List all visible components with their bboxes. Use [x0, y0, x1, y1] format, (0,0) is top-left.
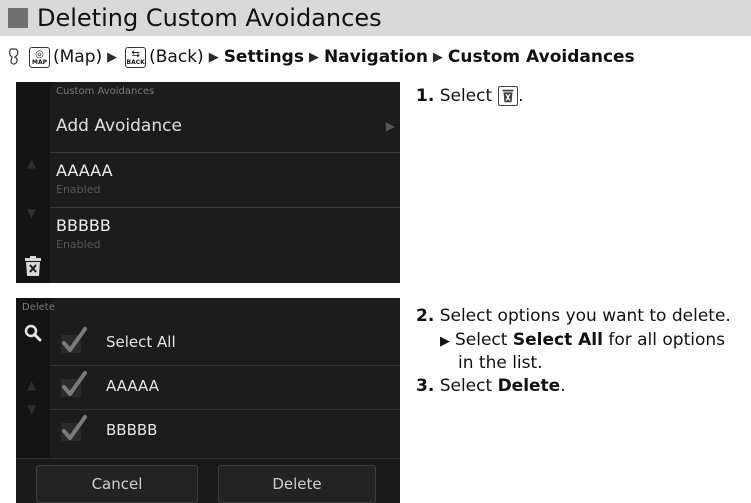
list-item[interactable]: AAAAA	[50, 365, 400, 406]
chevron-right-icon: ▶	[385, 119, 395, 133]
list-item[interactable]: BBBBB	[50, 409, 400, 450]
page-title: Deleting Custom Avoidances	[37, 4, 382, 32]
step-bold: Delete	[497, 376, 561, 396]
substep-bold: Select All	[512, 330, 603, 350]
item-label: AAAAA	[106, 377, 159, 395]
breadcrumb-settings: Settings	[223, 47, 304, 67]
checkmark-icon	[61, 415, 87, 441]
title-marker	[8, 8, 28, 28]
step-number: 2.	[416, 306, 435, 326]
map-button-icon: ◎ MAP	[29, 46, 50, 68]
scroll-down-icon[interactable]: ▼	[27, 206, 36, 220]
substep-text-post: for all options	[608, 330, 726, 350]
delete-button[interactable]: Delete	[218, 465, 376, 503]
breadcrumb-map-text: (Map)	[53, 47, 103, 67]
substep-text: Select	[455, 330, 508, 350]
avoidance-status: Enabled	[56, 238, 101, 251]
bullet-arrow-icon: ▶	[440, 334, 450, 349]
step-number: 3.	[416, 376, 435, 396]
screen-footer: Cancel Delete	[16, 458, 400, 503]
list-item[interactable]: AAAAA Enabled	[50, 152, 400, 208]
screen-header: Delete	[22, 302, 55, 313]
step-number: 1.	[416, 86, 435, 106]
scroll-up-icon[interactable]: ▲	[27, 378, 36, 392]
screen-header: Custom Avoidances	[56, 86, 155, 97]
avoidance-status: Enabled	[56, 183, 101, 196]
scroll-down-icon[interactable]: ▼	[27, 402, 36, 416]
select-all-row[interactable]: Select All	[50, 322, 400, 362]
screen-sidebar	[16, 82, 50, 283]
breadcrumb: ◎ MAP (Map) ▶ ⇆ BACK (Back) ▶ Settings ▶…	[8, 44, 635, 70]
section-title-band: Deleting Custom Avoidances	[0, 0, 751, 36]
step-text: Select	[439, 376, 493, 396]
breadcrumb-navigation: Navigation	[323, 47, 428, 67]
select-all-label: Select All	[106, 333, 176, 351]
trash-icon[interactable]	[24, 256, 42, 276]
step-2: 2. Select options you want to delete.	[416, 306, 731, 326]
step-2-substep-continued: in the list.	[458, 353, 543, 373]
step-text: Select options you want to delete.	[439, 306, 731, 326]
breadcrumb-back-text: (Back)	[149, 47, 204, 67]
trash-icon	[498, 86, 519, 106]
add-avoidance-label: Add Avoidance	[56, 116, 182, 136]
step-text-end: .	[560, 376, 566, 396]
step-text-end: .	[518, 86, 524, 106]
voice-command-icon	[9, 48, 19, 65]
breadcrumb-custom-avoidances: Custom Avoidances	[447, 47, 635, 67]
item-label: BBBBB	[106, 421, 158, 439]
step-1: 1. Select .	[416, 86, 524, 106]
cancel-button[interactable]: Cancel	[36, 465, 198, 503]
avoidance-name: BBBBB	[56, 216, 111, 235]
breadcrumb-arrow-icon: ▶	[107, 49, 118, 65]
custom-avoidances-screen: Custom Avoidances Add Avoidance ▶ AAAAA …	[16, 82, 400, 283]
step-text: Select	[439, 86, 493, 106]
avoidance-name: AAAAA	[56, 161, 113, 180]
checkmark-icon	[61, 327, 87, 353]
back-button-icon: ⇆ BACK	[125, 46, 147, 68]
breadcrumb-arrow-icon: ▶	[308, 49, 319, 65]
search-icon[interactable]	[24, 324, 42, 342]
checkmark-icon	[61, 371, 87, 397]
breadcrumb-arrow-icon: ▶	[208, 49, 219, 65]
add-avoidance-row[interactable]: Add Avoidance ▶	[50, 102, 400, 152]
step-2-substep: ▶ Select Select All for all options	[440, 330, 725, 350]
substep-text: in the list.	[458, 353, 543, 373]
breadcrumb-arrow-icon: ▶	[432, 49, 443, 65]
delete-avoidances-screen: Delete ▲ ▼ Select All AAAAA BBBBB Cancel…	[16, 298, 400, 503]
step-3: 3. Select Delete.	[416, 376, 566, 396]
list-item[interactable]: BBBBB Enabled	[50, 207, 400, 264]
scroll-up-icon[interactable]: ▲	[27, 156, 36, 170]
